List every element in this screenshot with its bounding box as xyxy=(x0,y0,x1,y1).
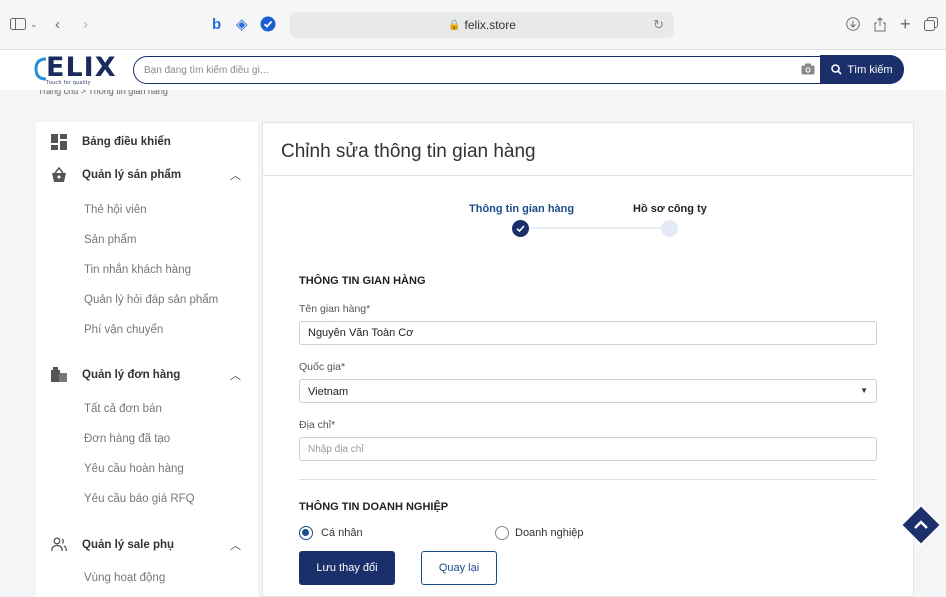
country-select-value: Vietnam xyxy=(308,386,349,398)
extension-icon[interactable]: ◈ xyxy=(236,14,248,34)
title-divider xyxy=(263,175,913,176)
address-field[interactable] xyxy=(299,437,877,461)
sidebar: Bảng điều khiển Quản lý sản phẩm ︿ Thẻ h… xyxy=(36,122,258,597)
users-icon xyxy=(51,537,67,552)
store-name-label: Tên gian hàng* xyxy=(299,303,371,315)
radio-business[interactable] xyxy=(495,526,509,540)
site-header: ELIX Touch for quality Tìm kiếm xyxy=(0,50,946,90)
sidebar-item-shipping-fee[interactable]: Phí vận chuyển xyxy=(84,324,163,336)
lock-icon: 🔒 xyxy=(448,19,461,31)
forward-arrow-icon[interactable]: › xyxy=(83,14,88,34)
sidebar-toggle-icon[interactable] xyxy=(10,14,26,34)
step-store-info[interactable]: Thông tin gian hàng xyxy=(469,203,574,215)
sidebar-group-products-label: Quản lý sản phẩm xyxy=(82,169,182,181)
browser-toolbar: ⌄ ‹ › b ◈ 🔒 felix.store ↻ + xyxy=(0,0,946,50)
back-arrow-icon[interactable]: ‹ xyxy=(55,14,60,34)
tabs-overview-icon[interactable] xyxy=(924,14,938,34)
sidebar-group-orders-label: Quản lý đơn hàng xyxy=(82,369,181,381)
logo-mark-icon xyxy=(34,57,46,81)
radio-individual[interactable] xyxy=(299,526,313,540)
country-label: Quốc gia* xyxy=(299,361,346,373)
bing-icon[interactable]: b xyxy=(212,14,221,34)
chevron-up-icon[interactable]: ︿ xyxy=(230,167,241,183)
store-name-field[interactable] xyxy=(299,321,877,345)
url-text: felix.store xyxy=(464,18,516,32)
search-button[interactable]: Tìm kiếm xyxy=(820,55,904,84)
sidebar-item-customer-messages[interactable]: Tin nhắn khách hàng xyxy=(84,264,191,276)
camera-icon[interactable] xyxy=(801,63,815,75)
back-button[interactable]: Quay lại xyxy=(421,551,497,585)
sidebar-item-dashboard-label: Bảng điều khiển xyxy=(82,136,171,148)
search-bar: Tìm kiếm xyxy=(133,55,904,84)
chevron-up-icon[interactable]: ︿ xyxy=(230,367,241,383)
logo-tagline: Touch for quality xyxy=(46,80,91,86)
check-icon xyxy=(516,225,525,233)
dashboard-icon xyxy=(51,134,67,150)
sidebar-item-return-requests[interactable]: Yêu cầu hoàn hàng xyxy=(84,463,184,475)
page-title: Chỉnh sửa thông tin gian hàng xyxy=(281,141,536,162)
download-icon[interactable] xyxy=(846,14,860,34)
radio-business-label[interactable]: Doanh nghiệp xyxy=(515,527,584,539)
radio-individual-label[interactable]: Cá nhân xyxy=(321,527,363,539)
sidebar-group-products[interactable]: Quản lý sản phẩm ︿ xyxy=(36,160,258,190)
address-bar[interactable]: 🔒 felix.store ↻ xyxy=(290,12,674,38)
chevron-up-icon[interactable]: ︿ xyxy=(230,537,241,553)
sidebar-item-membership[interactable]: Thẻ hội viên xyxy=(84,204,147,216)
sidebar-group-sales[interactable]: Quản lý sale phụ ︿ xyxy=(36,530,258,560)
scroll-top-diamond-icon[interactable] xyxy=(898,502,944,548)
country-select[interactable]: Vietnam ▼ xyxy=(299,379,877,403)
shopping-basket-icon xyxy=(52,167,66,182)
sidebar-item-operating-area[interactable]: Vùng hoạt động xyxy=(84,572,165,584)
chevron-down-icon[interactable]: ⌄ xyxy=(30,14,38,34)
sidebar-item-product-qa[interactable]: Quản lý hỏi đáp sản phẩm xyxy=(84,294,218,306)
sidebar-item-dashboard[interactable]: Bảng điều khiển xyxy=(36,127,258,157)
boxes-icon xyxy=(51,367,67,382)
share-icon[interactable] xyxy=(874,14,886,34)
sidebar-item-products[interactable]: Sản phẩm xyxy=(84,234,136,246)
logo-text: ELIX xyxy=(46,52,117,83)
reload-icon[interactable]: ↻ xyxy=(653,17,664,33)
sidebar-item-created-orders[interactable]: Đơn hàng đã tạo xyxy=(84,433,170,445)
stepper-line xyxy=(521,227,671,229)
address-label: Địa chỉ* xyxy=(299,419,336,431)
sidebar-item-all-orders[interactable]: Tất cả đơn bán xyxy=(84,403,162,415)
step-complete-dot xyxy=(512,220,529,237)
save-button[interactable]: Lưu thay đổi xyxy=(299,551,395,585)
sidebar-group-orders[interactable]: Quản lý đơn hàng ︿ xyxy=(36,360,258,390)
search-icon xyxy=(831,64,843,75)
breadcrumb[interactable]: Trang chủ > Thông tin gian hàng xyxy=(38,90,168,98)
new-tab-icon[interactable]: + xyxy=(900,14,911,34)
section-store-info-title: THÔNG TIN GIAN HÀNG xyxy=(299,275,426,287)
sidebar-group-sales-label: Quản lý sale phụ xyxy=(82,539,175,551)
sidebar-item-rfq-requests[interactable]: Yêu cầu báo giá RFQ xyxy=(84,493,195,505)
caret-down-icon: ▼ xyxy=(860,386,868,395)
search-input[interactable] xyxy=(144,62,784,78)
felix-logo[interactable]: ELIX Touch for quality xyxy=(32,52,116,88)
main-panel: Chỉnh sửa thông tin gian hàng Thông tin … xyxy=(262,122,914,597)
verified-check-icon[interactable] xyxy=(260,14,276,34)
search-button-label: Tìm kiếm xyxy=(847,63,893,76)
step-pending-dot xyxy=(661,220,678,237)
step-company-profile[interactable]: Hồ sơ công ty xyxy=(633,203,707,215)
section-business-info-title: THÔNG TIN DOANH NGHIỆP xyxy=(299,501,449,513)
form-divider xyxy=(299,479,877,480)
